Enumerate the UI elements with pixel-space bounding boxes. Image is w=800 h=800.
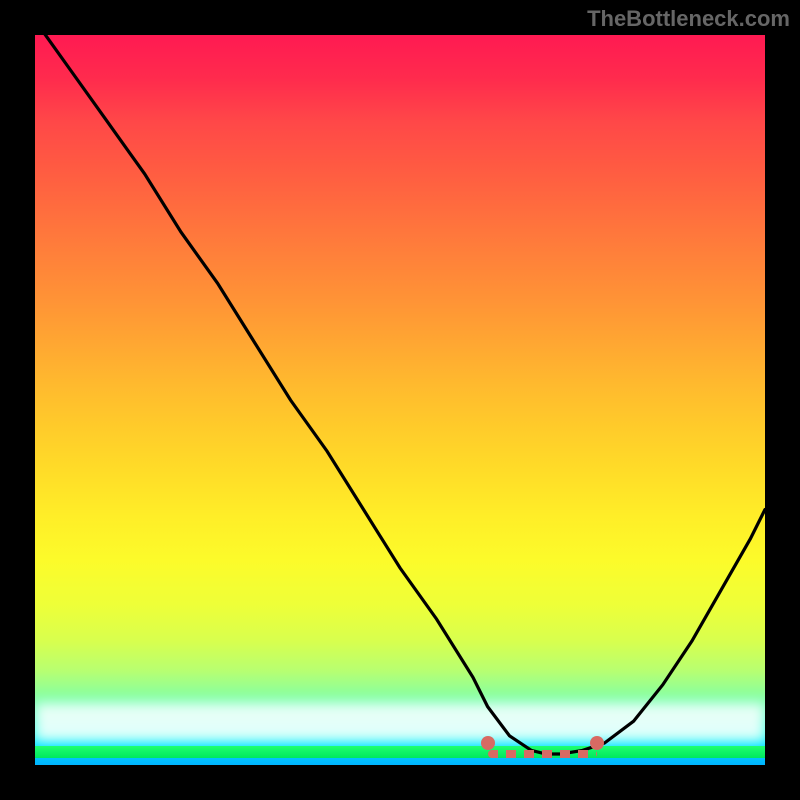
curve-svg bbox=[35, 35, 765, 765]
watermark-text: TheBottleneck.com bbox=[587, 6, 790, 32]
plot-area bbox=[35, 35, 765, 765]
chart-frame: TheBottleneck.com bbox=[0, 0, 800, 800]
optimal-marker-left bbox=[481, 736, 495, 750]
optimal-range-line bbox=[488, 750, 598, 758]
optimal-marker-right bbox=[590, 736, 604, 750]
bottleneck-curve-path bbox=[35, 35, 765, 754]
